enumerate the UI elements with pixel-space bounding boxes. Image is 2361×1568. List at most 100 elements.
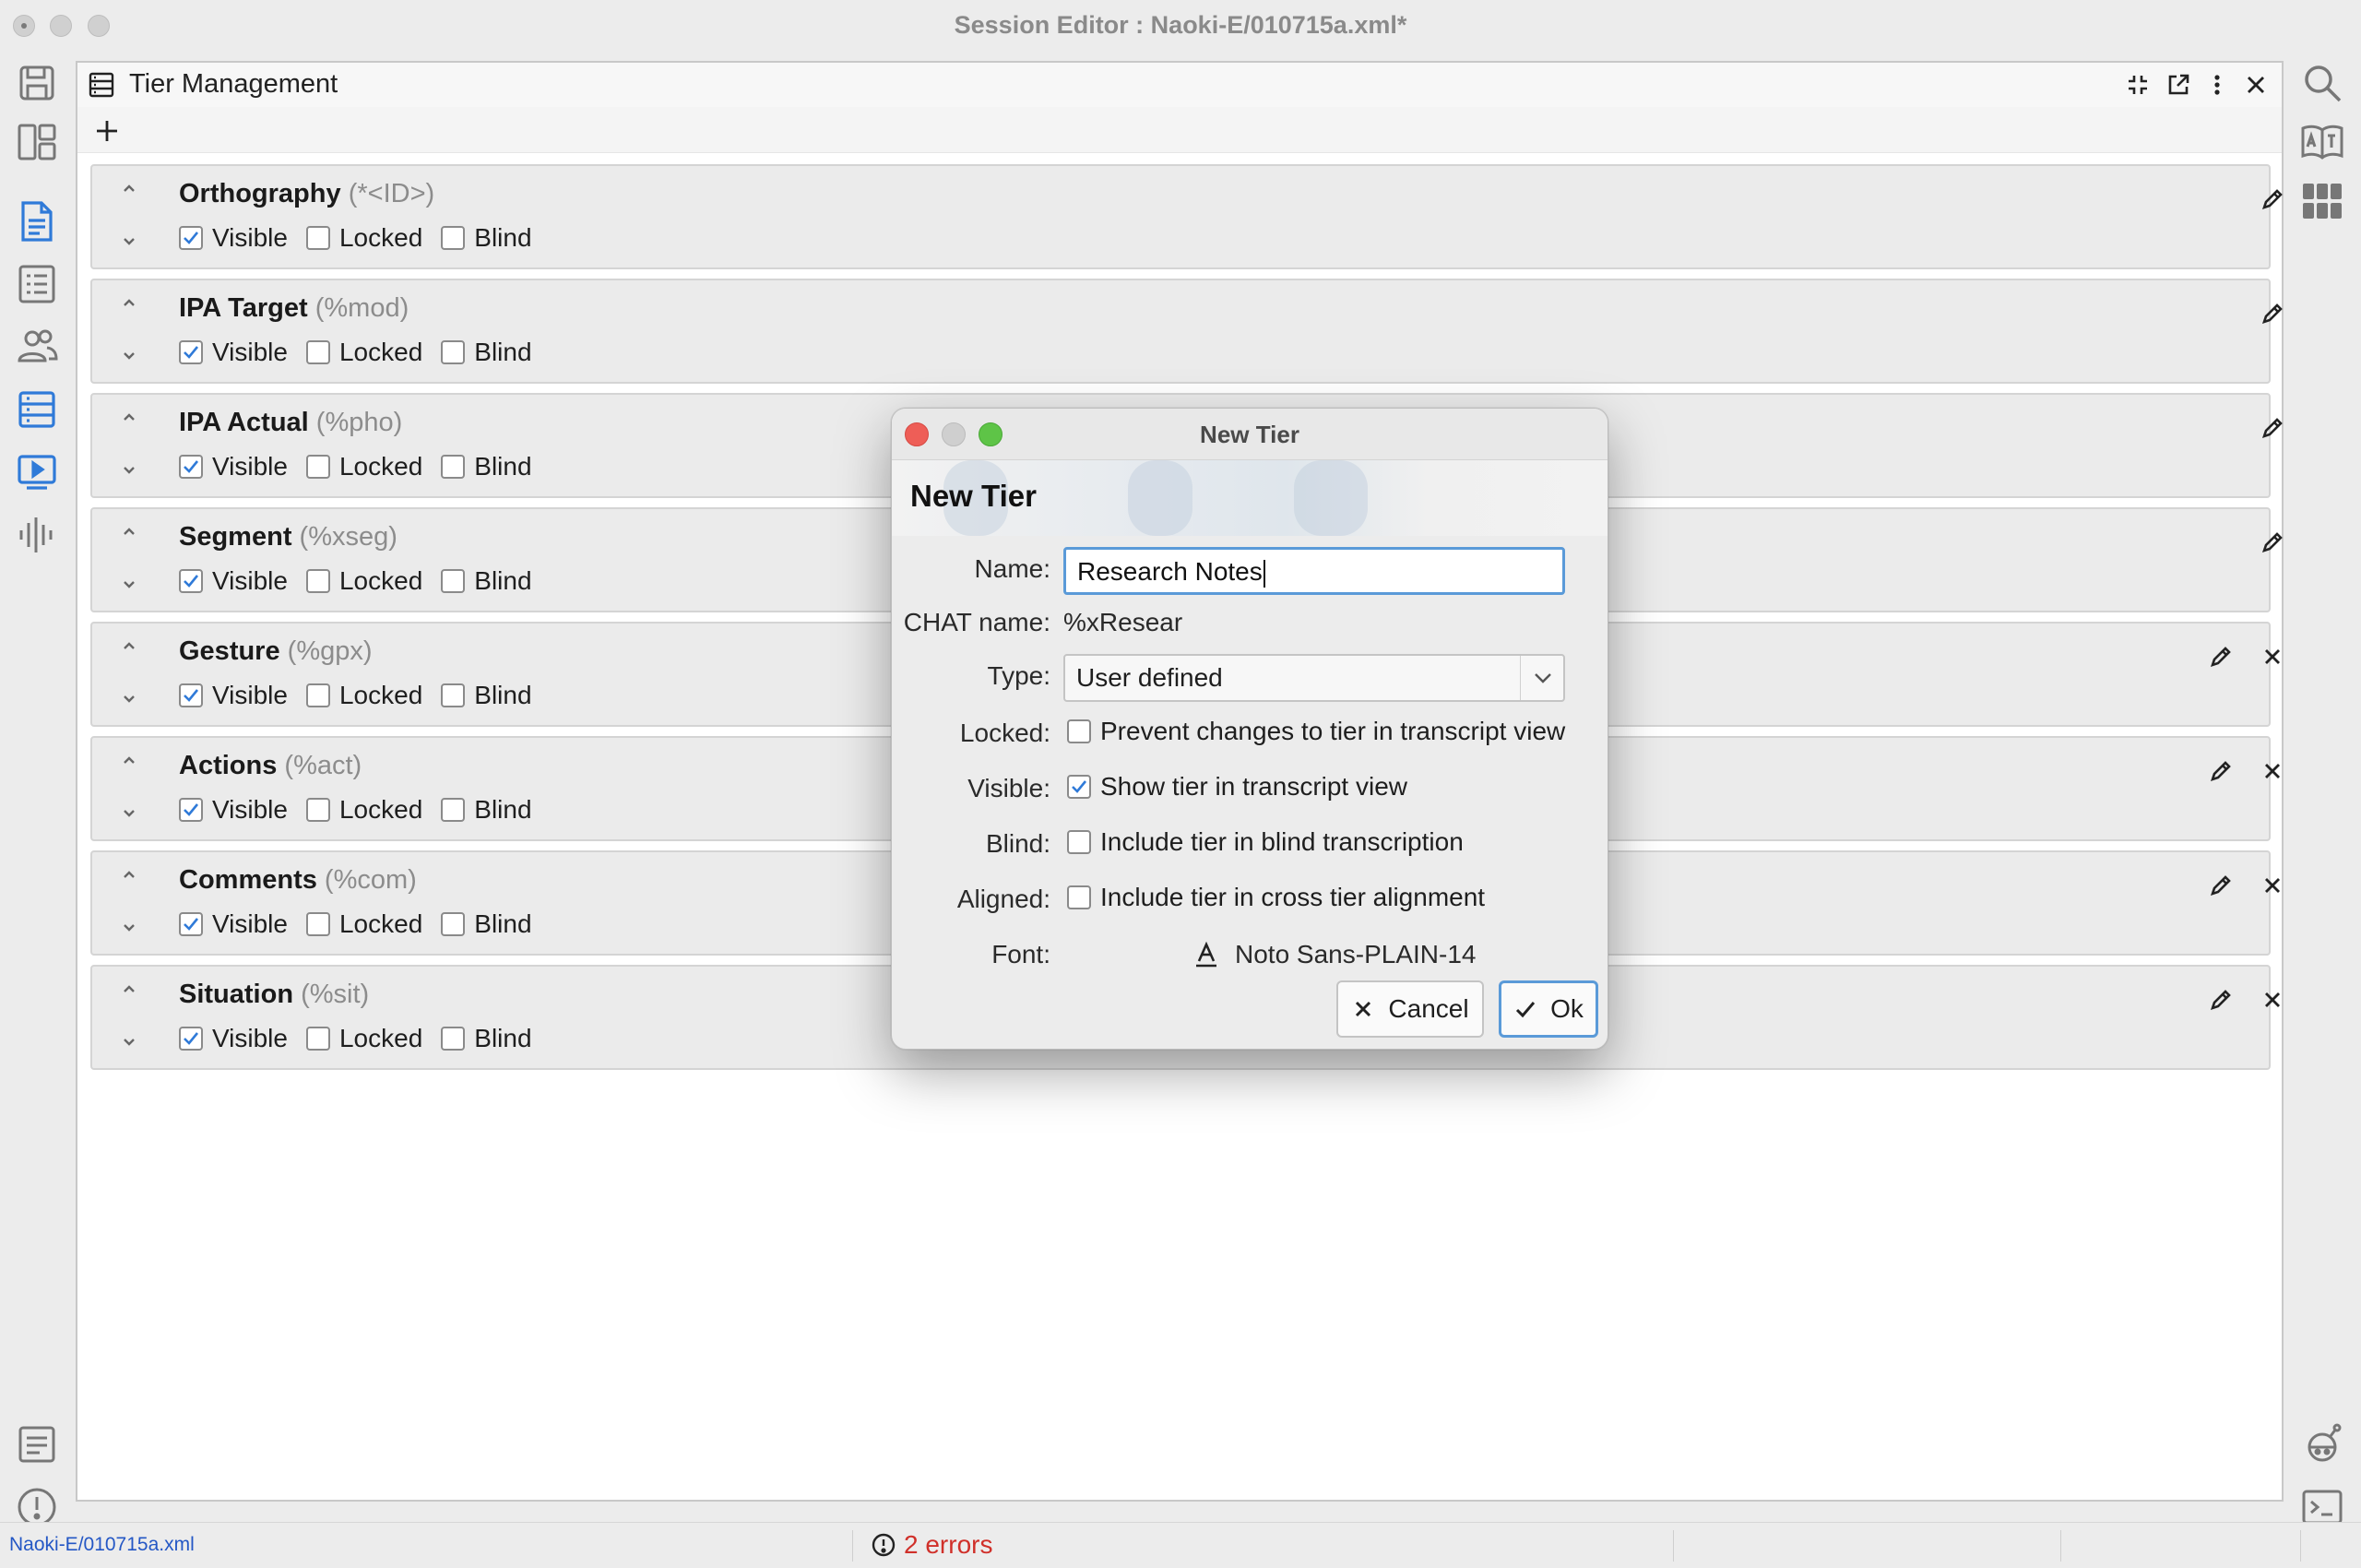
font-chooser[interactable]: Noto Sans-PLAIN-14	[1192, 940, 1476, 969]
status-divider	[2060, 1530, 2061, 1562]
more-options-icon[interactable]	[2199, 66, 2236, 103]
chevron-down-icon[interactable]	[118, 347, 140, 365]
edit-tier-pencil-icon[interactable]	[2202, 981, 2239, 1018]
visible-checkbox[interactable]	[1067, 775, 1091, 799]
waveform-icon[interactable]	[9, 507, 65, 563]
blind-checkbox-row[interactable]: Include tier in blind transcription	[1067, 827, 1464, 857]
status-errors[interactable]: 2 errors	[871, 1530, 992, 1560]
save-icon[interactable]	[9, 55, 65, 111]
edit-tier-pencil-icon[interactable]	[2254, 410, 2291, 446]
delete-tier-close-icon[interactable]	[2254, 867, 2291, 904]
tier-row[interactable]: IPA Target (%mod) Visible Locked Blind	[90, 279, 2283, 384]
chevron-up-icon[interactable]	[118, 636, 140, 655]
tier-blind-checkbox[interactable]	[441, 912, 466, 936]
tier-visible-checkbox[interactable]	[179, 798, 203, 822]
tier-visible-checkbox[interactable]	[179, 683, 203, 707]
chevron-down-icon[interactable]	[118, 232, 140, 251]
tier-visible-checkbox[interactable]	[179, 455, 203, 479]
tier-locked-checkbox[interactable]	[305, 1027, 330, 1051]
tier-visible-checkbox[interactable]	[179, 1027, 203, 1051]
tier-locked-checkbox[interactable]	[305, 798, 330, 822]
blind-checkbox[interactable]	[1067, 830, 1091, 854]
add-tier-icon[interactable]	[89, 113, 125, 149]
aligned-checkbox[interactable]	[1067, 885, 1091, 909]
dialog-header-banner: New Tier	[892, 460, 1608, 536]
dictionary-icon[interactable]	[2295, 114, 2350, 170]
chevron-up-icon[interactable]	[118, 865, 140, 884]
close-panel-icon[interactable]	[2237, 66, 2274, 103]
locked-checkbox[interactable]	[1067, 719, 1091, 743]
transcript-document-icon[interactable]	[9, 194, 65, 249]
cancel-button[interactable]: Cancel	[1336, 980, 1484, 1038]
pop-out-icon[interactable]	[2160, 66, 2197, 103]
chevron-up-icon[interactable]	[118, 751, 140, 769]
layout-icon[interactable]	[9, 114, 65, 170]
tier-name: Orthography (*<ID>)	[179, 179, 434, 209]
delete-tier-close-icon[interactable]	[2254, 638, 2291, 675]
tier-locked-checkbox[interactable]	[305, 340, 330, 364]
tier-visible-checkbox[interactable]	[179, 569, 203, 593]
visible-checkbox-row[interactable]: Show tier in transcript view	[1067, 772, 1407, 802]
delete-tier-close-icon[interactable]	[2254, 753, 2291, 790]
tier-name-input[interactable]: Research Notes	[1063, 547, 1565, 595]
delete-tier-close-icon[interactable]	[2254, 981, 2291, 1018]
chevron-up-icon[interactable]	[118, 179, 140, 197]
maximize-icon[interactable]	[2119, 66, 2156, 103]
tier-locked-checkbox[interactable]	[305, 912, 330, 936]
locked-checkbox-row[interactable]: Prevent changes to tier in transcript vi…	[1067, 717, 1565, 746]
tier-blind-checkbox[interactable]	[441, 340, 466, 364]
locked-label: Locked:	[959, 719, 1050, 747]
tier-visible-checkbox[interactable]	[179, 226, 203, 250]
media-player-icon[interactable]	[9, 445, 65, 500]
tier-visible-checkbox[interactable]	[179, 912, 203, 936]
chevron-down-icon[interactable]	[118, 804, 140, 823]
tier-code: (%gpx)	[287, 636, 373, 666]
edit-tier-pencil-icon[interactable]	[2202, 638, 2239, 675]
chevron-down-icon[interactable]	[118, 919, 140, 937]
tier-name: Gesture (%gpx)	[179, 636, 373, 667]
status-file-link[interactable]: Naoki-E/010715a.xml	[9, 1534, 195, 1556]
chevron-up-icon[interactable]	[118, 522, 140, 540]
participants-icon[interactable]	[9, 319, 65, 374]
assistant-bot-icon[interactable]	[2295, 1417, 2350, 1472]
tier-blind-checkbox[interactable]	[441, 798, 466, 822]
chevron-down-icon[interactable]	[118, 1033, 140, 1051]
tier-blind-checkbox[interactable]	[441, 569, 466, 593]
tier-locked-checkbox[interactable]	[305, 683, 330, 707]
chevron-down-icon[interactable]	[118, 690, 140, 708]
tier-locked-checkbox[interactable]	[305, 226, 330, 250]
tier-blind-checkbox[interactable]	[441, 455, 466, 479]
tier-management-icon[interactable]	[9, 382, 65, 437]
tier-row[interactable]: Orthography (*<ID>) Visible Locked Blind	[90, 164, 2283, 269]
tier-blind-checkbox[interactable]	[441, 1027, 466, 1051]
chevron-up-icon[interactable]	[118, 293, 140, 312]
tier-code: (*<ID>)	[348, 179, 435, 208]
status-divider	[2300, 1530, 2301, 1562]
tier-code: (%act)	[284, 751, 362, 780]
search-icon[interactable]	[2295, 55, 2350, 111]
edit-tier-pencil-icon[interactable]	[2202, 867, 2239, 904]
locked-description: Prevent changes to tier in transcript vi…	[1100, 717, 1566, 745]
ok-button[interactable]: Ok	[1499, 980, 1598, 1038]
visible-option-label: Visible	[212, 223, 288, 252]
tier-blind-checkbox[interactable]	[441, 683, 466, 707]
tier-type-select[interactable]: User defined	[1063, 654, 1565, 702]
tier-visible-checkbox[interactable]	[179, 340, 203, 364]
tier-name-value: Research Notes	[1077, 557, 1263, 586]
tier-blind-checkbox[interactable]	[441, 226, 466, 250]
edit-tier-pencil-icon[interactable]	[2254, 524, 2291, 561]
edit-tier-pencil-icon[interactable]	[2254, 181, 2291, 218]
chevron-up-icon[interactable]	[118, 980, 140, 998]
record-list-icon[interactable]	[9, 256, 65, 312]
chevron-down-icon[interactable]	[118, 461, 140, 480]
edit-tier-pencil-icon[interactable]	[2254, 295, 2291, 332]
log-icon[interactable]	[9, 1417, 65, 1472]
tier-locked-checkbox[interactable]	[305, 455, 330, 479]
font-icon	[1196, 941, 1216, 968]
grid-view-icon[interactable]	[2295, 173, 2350, 229]
chevron-up-icon[interactable]	[118, 408, 140, 426]
edit-tier-pencil-icon[interactable]	[2202, 753, 2239, 790]
aligned-checkbox-row[interactable]: Include tier in cross tier alignment	[1067, 883, 1485, 912]
chevron-down-icon[interactable]	[118, 576, 140, 594]
tier-locked-checkbox[interactable]	[305, 569, 330, 593]
